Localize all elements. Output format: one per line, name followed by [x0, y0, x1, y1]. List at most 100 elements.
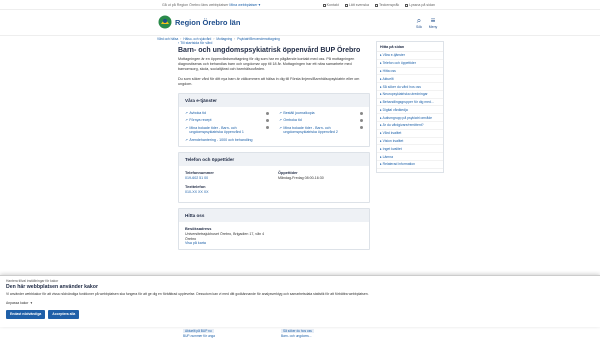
eservice-label: Mina bokade tider - Barn- och ungdomspsy… — [189, 125, 244, 135]
on-page-nav-item[interactable]: ▸ Behandlingsgrupper för dig med... — [377, 99, 443, 107]
on-page-nav-item[interactable]: ▸ Våra e-tjänster — [377, 52, 443, 60]
site-switcher-label: Gå ut på Region Örebro läns webbplatser — [162, 3, 229, 7]
hamburger-icon: ≡ — [430, 16, 436, 25]
external-link-icon: ↗ — [279, 118, 282, 123]
search-button[interactable]: ⌕ Sök — [412, 16, 426, 29]
on-page-nav-item[interactable]: ▸ Inget kvalitet — [377, 145, 443, 154]
external-link-icon: ↗ — [279, 125, 282, 130]
on-page-nav-item[interactable]: ▸ Telefon och öppettider — [377, 60, 443, 68]
eservice-link[interactable]: ↗ Beställ journalkopia — [279, 111, 363, 115]
map-link[interactable]: Visa på karta — [185, 241, 363, 245]
cookie-banner: Hantera tillval inställningar för kakor … — [0, 275, 600, 327]
utility-link-contact[interactable]: Kontakt — [322, 3, 339, 7]
eservices-list: ↗ Avboka tid ↗ Beställ journalkopia ↗ Förnya … — [179, 107, 369, 146]
login-required-icon — [360, 111, 363, 115]
site-switcher-select[interactable]: Mina webbplatser — [229, 3, 257, 7]
login-required-icon — [266, 126, 269, 130]
cookie-title: Den här webbplatsen använder kakor — [6, 284, 98, 290]
cookie-customize[interactable]: Anpassa kakor ▾ — [6, 301, 594, 305]
eservice-label: Förnya recept — [189, 118, 212, 123]
on-page-nav-item[interactable]: ▸ Så söker du vård hos oss — [377, 83, 443, 91]
chevron-down-icon: ▾ — [258, 3, 261, 7]
eservice-link[interactable]: ↗ Mina bokade tider - Barn- och ungdomsps… — [185, 126, 269, 135]
login-required-icon — [360, 126, 363, 130]
textphone-link[interactable]: 010-XX XX XX — [185, 190, 270, 194]
page-title: Barn- och ungdomspsykiatrisk öppenvård B… — [178, 47, 361, 54]
speaker-icon — [405, 3, 409, 7]
utility-link-sign-language[interactable]: Teckenspråk — [374, 3, 399, 7]
find-us-heading: Hitta oss — [179, 209, 369, 223]
menu-button-label: Meny — [428, 25, 438, 29]
logo-text: Region Örebro län — [175, 17, 241, 27]
eservice-label: Avboka tid — [189, 111, 207, 116]
on-page-nav: Hitta på sidan ▸ Våra e-tjänster ▸ Telefo… — [376, 41, 444, 173]
textphone-label: Texttelefon — [185, 184, 206, 190]
on-page-nav-item[interactable]: ▸ Vision kvalitet — [377, 138, 443, 146]
find-us-card: Hitta oss Besöksadress Universitetssjukh… — [178, 208, 370, 251]
on-page-nav-item[interactable]: ▸ Hitta oss — [377, 68, 443, 76]
region-logo-icon — [158, 15, 172, 29]
cookie-customize-label: Anpassa kakor — [6, 300, 29, 305]
intro-paragraph: Mottagningen är en öppenvårdsmottagning … — [178, 57, 355, 72]
eservice-label: Ärendehantering - 1000 och behandling — [189, 137, 253, 142]
eservices-card: Våra e-tjänster ↗ Avboka tid ↗ Beställ jour… — [178, 93, 370, 148]
phone-icon — [322, 3, 326, 7]
peek-link[interactable]: BUP-nummer för unga — [183, 334, 215, 338]
hours-value: Måndag-Fredag 08:00-16:30 — [278, 176, 324, 181]
cookie-accept-all-button[interactable]: Acceptera alla — [48, 309, 80, 319]
on-page-nav-item[interactable]: ▸ Digital vårdkedja — [377, 106, 443, 115]
phone-label: Telefonnummer — [185, 170, 214, 176]
eservice-link[interactable]: ↗ Ärendehantering - 1000 och behandling — [185, 138, 269, 142]
on-page-nav-item[interactable]: ▸ Aktuellt — [377, 75, 443, 84]
on-page-nav-item[interactable]: ▸ Autismgrupp på psykiatri område — [377, 114, 443, 123]
login-required-icon — [266, 111, 269, 115]
site-logo[interactable]: Region Örebro län — [158, 15, 240, 29]
eservice-link[interactable]: ↗ Avboka tid — [185, 111, 269, 115]
eservice-label: Mina bokade tider - Barn- och ungdomspsy… — [283, 125, 338, 135]
eservice-label: Omboka tid — [283, 118, 302, 123]
on-page-nav-item[interactable]: ▸ Relaterad information — [377, 161, 443, 169]
contact-card: Telefon och öppettider Telefonnummer 019… — [178, 152, 370, 204]
peek-link[interactable]: Så söker du hos oss — [281, 329, 314, 333]
eservice-link[interactable]: ↗ Förnya recept — [185, 118, 269, 122]
on-page-nav-item[interactable]: ▸ Neuropsykiatriska utredningar — [377, 91, 443, 99]
menu-button[interactable]: ≡ Meny — [426, 16, 440, 29]
on-page-nav-item[interactable]: ▸ Är du vårdgivare/remittent? — [377, 122, 443, 130]
on-page-nav-item[interactable]: ▸ Vård kvalitet — [377, 130, 443, 138]
book-icon — [344, 3, 348, 7]
visit-address-label: Besöksadress — [185, 226, 212, 232]
breadcrumb-item[interactable]: Vård och hälsa — [157, 37, 178, 41]
site-switcher[interactable]: Gå ut på Region Örebro läns webbplatser … — [162, 3, 260, 7]
cookie-necessary-button[interactable]: Endast nödvändiga — [6, 309, 46, 319]
main-content: ‹ Till startsida för vård Barn- och ungd… — [178, 41, 370, 255]
external-link-icon: ↗ — [185, 137, 188, 142]
external-link-icon: ↗ — [185, 125, 188, 130]
eservice-label: Beställ journalkopia — [283, 111, 315, 116]
eservice-link[interactable]: ↗ Mina bokade tider - Barn- och ungdomsps… — [279, 126, 363, 135]
search-button-label: Sök — [415, 25, 423, 29]
content-peek: Aktuellt på BUP nu Så söker du hos oss B… — [0, 328, 600, 338]
intro-paragraph-2: Du som söker vård för ditt nya barn är v… — [178, 76, 360, 86]
eservices-heading: Våra e-tjänster — [179, 94, 369, 108]
peek-link[interactable]: Aktuellt på BUP nu — [183, 329, 214, 333]
utility-bar: Gå ut på Region Örebro läns webbplatser … — [0, 0, 600, 10]
login-required-icon — [266, 118, 269, 122]
utility-link-listen[interactable]: Lyssna på sidan — [405, 3, 435, 7]
eservice-link[interactable]: ↗ Omboka tid — [279, 118, 363, 122]
contact-heading: Telefon och öppettider — [179, 153, 369, 167]
login-required-icon — [360, 118, 363, 122]
hours-label: Öppettider — [278, 170, 298, 176]
hand-icon — [374, 3, 378, 7]
external-link-icon: ↗ — [279, 111, 282, 116]
back-link[interactable]: ‹ Till startsida för vård — [178, 41, 370, 45]
chevron-down-icon: ▾ — [30, 300, 33, 305]
on-page-nav-item[interactable]: ▸ Lämna — [377, 153, 443, 161]
cookie-settings-link[interactable]: Hantera tillval inställningar för kakor — [6, 279, 594, 283]
utility-link-easy-swedish[interactable]: Lätt svenska — [344, 3, 369, 7]
external-link-icon: ↗ — [185, 118, 188, 123]
peek-link[interactable]: Barn- och ungdoms... — [281, 334, 311, 338]
external-link-icon: ↗ — [185, 111, 188, 116]
phone-link[interactable]: 019-602 51 00 — [185, 176, 270, 180]
search-icon: ⌕ — [416, 16, 422, 25]
site-header: Region Örebro län ⌕ Sök ≡ Meny — [0, 10, 600, 36]
